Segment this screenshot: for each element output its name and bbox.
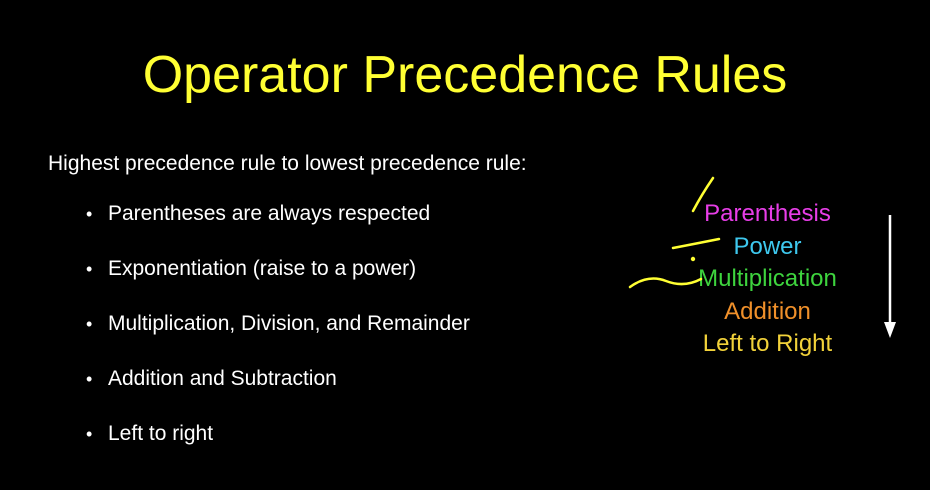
bullet-icon: •: [86, 259, 93, 279]
bullet-icon: •: [86, 424, 93, 444]
arrow-down-icon: [884, 322, 896, 338]
rule-text: Addition and Subtraction: [108, 367, 337, 390]
rule-item: • Exponentiation (raise to a power): [82, 255, 470, 283]
mnemonic-item-addition: Addition: [724, 297, 811, 325]
rule-text: Left to right: [108, 422, 214, 445]
mnemonic-item-parenthesis: Parenthesis: [704, 200, 831, 227]
mnemonic-item-left-to-right: Left to Right: [702, 330, 833, 357]
intro-text: Highest precedence rule to lowest preced…: [48, 152, 527, 175]
rule-text: Multiplication, Division, and Remainder: [108, 312, 470, 335]
mnemonic-list: Parenthesis Power Multiplication Additio…: [650, 198, 885, 361]
slide-title: Operator Precedence Rules: [142, 46, 788, 104]
rule-item: • Addition and Subtraction: [82, 365, 470, 393]
mnemonic-item-multiplication: Multiplication: [698, 265, 837, 292]
rule-item: • Parentheses are always respected: [82, 200, 470, 228]
slide: Operator Precedence Rules Highest preced…: [0, 0, 930, 490]
bullet-icon: •: [86, 314, 93, 334]
rule-item: • Multiplication, Division, and Remainder: [82, 310, 470, 338]
rule-text: Parentheses are always respected: [108, 202, 431, 225]
rules-list: • Parentheses are always respected • Expon…: [82, 200, 470, 475]
bullet-icon: •: [86, 369, 93, 389]
mnemonic-item-power: Power: [733, 232, 802, 260]
rule-item: • Left to right: [82, 420, 470, 448]
rule-text: Exponentiation (raise to a power): [108, 257, 417, 280]
bullet-icon: •: [86, 204, 93, 224]
